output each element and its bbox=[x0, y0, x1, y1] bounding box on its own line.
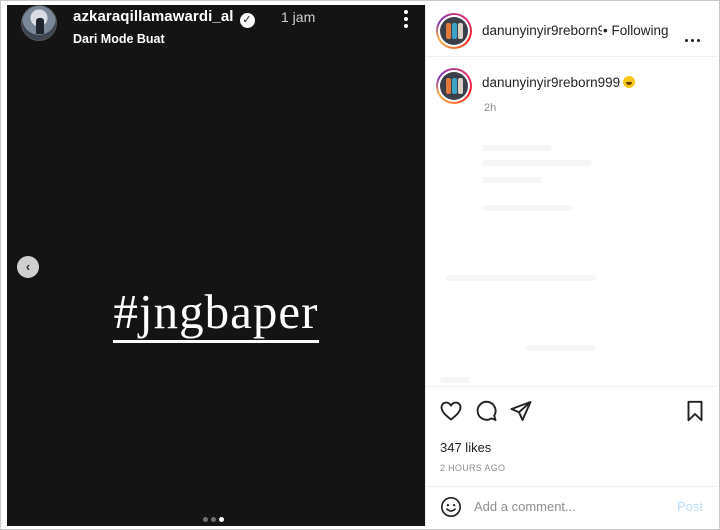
faded-text-line bbox=[526, 345, 596, 351]
post-details-panel: danunyinyir9reborn999 • Following danuny… bbox=[425, 5, 717, 526]
faded-text-line bbox=[446, 275, 596, 281]
story-subtitle: Dari Mode Buat bbox=[73, 32, 165, 46]
bookmark-icon[interactable] bbox=[683, 399, 707, 423]
carousel-indicator bbox=[203, 509, 227, 522]
faded-text-line bbox=[482, 145, 552, 151]
story-time: 1 jam bbox=[281, 9, 316, 25]
post-header: danunyinyir9reborn999 • Following bbox=[426, 5, 717, 57]
caption-username[interactable]: danunyinyir9reborn999 bbox=[482, 75, 636, 90]
story-more-icon bbox=[401, 10, 411, 32]
post-timestamp: 2 HOURS AGO bbox=[440, 463, 506, 473]
emoji-icon[interactable] bbox=[440, 496, 462, 518]
hashtag-text: #jngbaper bbox=[7, 283, 425, 343]
author-username[interactable]: danunyinyir9reborn999 bbox=[482, 23, 602, 38]
heart-icon[interactable] bbox=[439, 399, 463, 423]
post-comment-button[interactable]: Post bbox=[677, 499, 703, 514]
carousel-dot-active bbox=[219, 517, 224, 522]
caption-avatar[interactable] bbox=[436, 68, 472, 104]
comment-input[interactable] bbox=[474, 499, 654, 514]
post-media[interactable]: azkaraqillamawardi_al ✓ 1 jam Dari Mode B… bbox=[7, 5, 425, 526]
verified-badge-icon: ✓ bbox=[239, 13, 255, 28]
faded-text-line bbox=[440, 377, 470, 383]
comment-bar: Post bbox=[426, 486, 717, 526]
carousel-dot bbox=[211, 517, 216, 522]
comment-icon[interactable] bbox=[474, 399, 498, 423]
story-header: azkaraqillamawardi_al ✓ 1 jam Dari Mode B… bbox=[21, 5, 421, 51]
faded-text-line bbox=[482, 177, 542, 183]
action-bar: 347 likes 2 HOURS AGO bbox=[426, 386, 717, 486]
more-horizontal-icon[interactable] bbox=[685, 29, 703, 47]
carousel-dot bbox=[203, 517, 208, 522]
faded-text-line bbox=[482, 205, 572, 211]
send-icon[interactable] bbox=[509, 399, 533, 423]
laughing-emoji-icon bbox=[623, 76, 636, 88]
story-username: azkaraqillamawardi_al ✓ bbox=[73, 8, 255, 28]
story-avatar bbox=[21, 5, 57, 41]
previous-slide-button[interactable]: ‹ bbox=[17, 256, 39, 278]
author-avatar[interactable] bbox=[436, 13, 472, 49]
follow-status[interactable]: • Following bbox=[603, 23, 669, 38]
caption-time: 2h bbox=[484, 102, 497, 114]
faded-text-line bbox=[482, 160, 592, 166]
post-viewer: azkaraqillamawardi_al ✓ 1 jam Dari Mode B… bbox=[0, 0, 720, 530]
likes-count[interactable]: 347 likes bbox=[440, 440, 491, 455]
